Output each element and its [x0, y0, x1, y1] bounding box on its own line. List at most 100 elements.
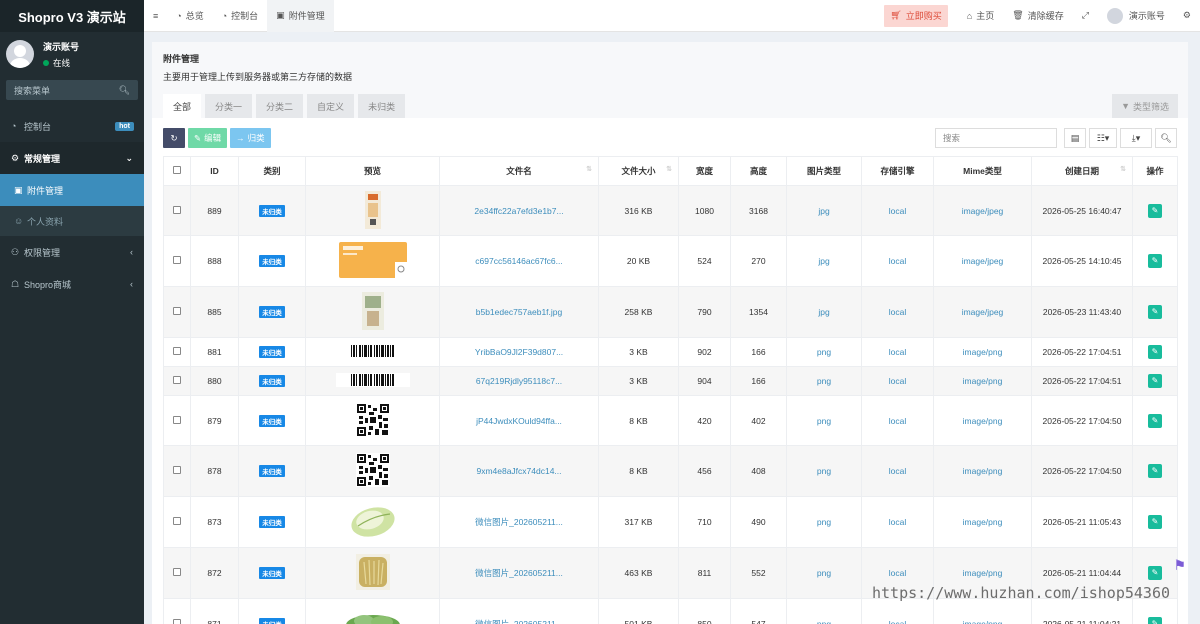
table-row[interactable]: 889 未归类 2e34ffc22a7efd3e1b7... 316 KB 1080 31…	[163, 185, 1178, 236]
sort-icon[interactable]: ⇅	[1120, 165, 1126, 173]
sort-icon[interactable]: ⇅	[666, 165, 672, 173]
checkbox[interactable]	[173, 568, 181, 576]
edit-row-button[interactable]: ✎	[1148, 305, 1162, 319]
row-checkbox-cell[interactable]	[163, 286, 191, 338]
table-row[interactable]: 881 未归类 YribBaO9Jl2F39d807... 3 KB 902 166 png…	[163, 337, 1178, 367]
tab-dashboard[interactable]: ◔ 控制台	[213, 0, 267, 32]
row-checkbox-cell[interactable]	[163, 235, 191, 287]
mimetype-link[interactable]: image/png	[963, 466, 1003, 476]
row-checkbox-cell[interactable]	[163, 366, 191, 396]
filename-link[interactable]: 2e34ffc22a7efd3e1b7...	[474, 206, 563, 216]
storage-link[interactable]: local	[889, 376, 906, 386]
storage-link[interactable]: local	[889, 206, 906, 216]
preview-thumbnail[interactable]	[364, 190, 381, 231]
table-search-input[interactable]: 搜索	[935, 128, 1057, 148]
mimetype-link[interactable]: image/png	[963, 619, 1003, 624]
row-checkbox-cell[interactable]	[163, 547, 191, 599]
preview-thumbnail[interactable]	[335, 373, 410, 389]
filename-link[interactable]: 微信图片_202605211...	[475, 568, 563, 578]
refresh-button[interactable]: ↻	[163, 128, 185, 148]
column-header[interactable]: 文件名 ⇅	[439, 156, 599, 186]
column-header[interactable]: 图片类型	[786, 156, 862, 186]
menu-search-input[interactable]: 搜索菜单 🔍︎	[6, 80, 138, 100]
imagetype-link[interactable]: png	[817, 416, 831, 426]
sidebar-item-attachment[interactable]: ▣ 附件管理	[0, 174, 144, 206]
filename-link[interactable]: 67q219Rjdly95118c7...	[476, 376, 562, 386]
storage-link[interactable]: local	[889, 619, 906, 624]
checkbox[interactable]	[173, 205, 181, 214]
tab-attachment[interactable]: ▣ 附件管理	[267, 0, 334, 32]
filename-link[interactable]: b5b1edec757aeb1f.jpg	[476, 307, 563, 317]
tab-overview[interactable]: ◔ 总览	[167, 0, 212, 32]
sidebar-item-profile[interactable]: ☺ 个人资料	[0, 206, 144, 236]
filename-link[interactable]: YribBaO9Jl2F39d807...	[475, 347, 563, 357]
clear-cache-button[interactable]: 🗑︎ 清除缓存	[1003, 0, 1072, 32]
column-header[interactable]: Mime类型	[933, 156, 1032, 186]
preview-thumbnail[interactable]	[355, 554, 390, 592]
checkbox[interactable]	[173, 256, 181, 264]
filename-link[interactable]: 9xm4e8aJfcx74dc14...	[476, 466, 561, 476]
checkbox[interactable]	[173, 347, 181, 355]
preview-thumbnail[interactable]	[361, 292, 384, 332]
column-header[interactable]: 高度	[730, 156, 787, 186]
account-menu[interactable]: 演示账号	[1098, 0, 1174, 32]
imagetype-link[interactable]: png	[817, 568, 831, 578]
storage-link[interactable]: local	[889, 466, 906, 476]
edit-row-button[interactable]: ✎	[1148, 566, 1162, 580]
mimetype-link[interactable]: image/png	[963, 347, 1003, 357]
table-row[interactable]: 879 未归类 jP44JwdxKOuld94ffa... 8 KB 420 402 png…	[163, 395, 1178, 446]
type-filter-button[interactable]: ▼ 类型筛选	[1112, 94, 1178, 118]
filename-link[interactable]: 微信图片_202605211...	[475, 619, 563, 624]
column-header[interactable]: ID	[190, 156, 239, 186]
tab-custom[interactable]: 自定义	[307, 94, 355, 118]
hint-icon[interactable]: ⚑	[1173, 557, 1186, 574]
column-header[interactable]: 操作	[1132, 156, 1178, 186]
tab-uncategorized[interactable]: 未归类	[358, 94, 406, 118]
imagetype-link[interactable]: png	[817, 466, 831, 476]
column-header[interactable]: 创建日期 ⇅	[1031, 156, 1133, 186]
toggle-view-button[interactable]: ▤	[1064, 128, 1086, 148]
row-checkbox-cell[interactable]	[163, 445, 191, 497]
column-header[interactable]: 宽度	[678, 156, 731, 186]
row-checkbox-cell[interactable]	[163, 395, 191, 446]
tab-category-one[interactable]: 分类一	[205, 94, 253, 118]
mimetype-link[interactable]: image/png	[963, 416, 1003, 426]
checkbox[interactable]	[173, 415, 181, 424]
column-header[interactable]: 预览	[305, 156, 440, 186]
edit-row-button[interactable]: ✎	[1148, 254, 1162, 268]
imagetype-link[interactable]: jpg	[818, 256, 829, 266]
settings-button[interactable]: ⚙	[1174, 0, 1200, 32]
checkbox[interactable]	[173, 307, 181, 315]
storage-link[interactable]: local	[889, 416, 906, 426]
menu-toggle-button[interactable]: ≡	[144, 0, 167, 32]
search-icon[interactable]: 🔍︎	[119, 85, 130, 96]
sidebar-item-shopro[interactable]: ☖ Shopro商城 ‹	[0, 268, 144, 300]
preview-thumbnail[interactable]	[344, 611, 402, 624]
row-checkbox-cell[interactable]	[163, 598, 191, 624]
mimetype-link[interactable]: image/png	[963, 376, 1003, 386]
home-link[interactable]: ⌂ 主页	[958, 0, 1003, 32]
preview-thumbnail[interactable]	[348, 502, 398, 542]
filename-link[interactable]: jP44JwdxKOuld94ffa...	[476, 416, 562, 426]
checkbox[interactable]	[173, 466, 181, 474]
sidebar-item-dashboard[interactable]: ◔ 控制台 hot	[0, 110, 144, 142]
column-header[interactable]: 文件大小 ⇅	[598, 156, 679, 186]
column-header[interactable]: 类别	[238, 156, 306, 186]
tab-all[interactable]: 全部	[163, 94, 202, 118]
edit-button[interactable]: ✎ 编辑	[188, 128, 228, 148]
checkbox[interactable]	[173, 517, 181, 525]
table-row[interactable]: 888 未归类 c697cc56146ac67fc6... 20 KB 524 270 jp…	[163, 235, 1178, 287]
tab-category-two[interactable]: 分类二	[256, 94, 304, 118]
fullscreen-button[interactable]: ⤢	[1073, 0, 1098, 32]
table-row[interactable]: 878 未归类 9xm4e8aJfcx74dc14... 8 KB 456 408 png l…	[163, 445, 1178, 497]
imagetype-link[interactable]: png	[817, 517, 831, 527]
checkbox[interactable]	[173, 619, 181, 624]
export-button[interactable]: ⤓▾	[1120, 128, 1152, 148]
imagetype-link[interactable]: png	[817, 347, 831, 357]
edit-row-button[interactable]: ✎	[1148, 413, 1162, 428]
storage-link[interactable]: local	[889, 517, 906, 527]
filename-link[interactable]: 微信图片_202605211...	[475, 517, 563, 527]
edit-row-button[interactable]: ✎	[1148, 203, 1162, 218]
imagetype-link[interactable]: png	[817, 619, 831, 624]
mimetype-link[interactable]: image/jpeg	[962, 307, 1004, 317]
